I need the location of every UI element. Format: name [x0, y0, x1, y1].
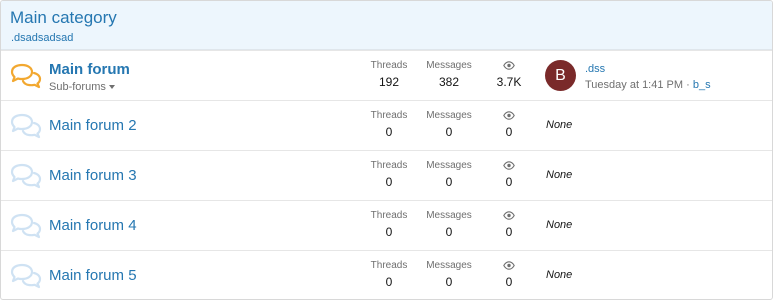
eye-icon — [479, 159, 539, 172]
eye-icon — [479, 209, 539, 222]
threads-stat: Threads 192 — [359, 59, 419, 89]
messages-stat: Messages 0 — [419, 159, 479, 189]
eye-icon — [479, 59, 539, 72]
views-stat: 0 — [479, 209, 539, 239]
views-count: 3.7K — [496, 75, 522, 89]
threads-label: Threads — [370, 210, 408, 221]
last-post-time[interactable]: Tuesday at 1:41 PM — [585, 79, 683, 91]
views-count: 0 — [505, 275, 513, 289]
forum-node: Main forum 4 Threads 0 Messages 0 0 None — [1, 200, 772, 250]
views-stat: 0 — [479, 109, 539, 139]
chat-bubbles-icon — [10, 163, 42, 189]
messages-stat: Messages 382 — [419, 59, 479, 89]
views-stat: 3.7K — [479, 59, 539, 89]
views-count: 0 — [505, 175, 513, 189]
forum-title-link[interactable]: Main forum 3 — [49, 167, 137, 184]
category-title-link[interactable]: Main category — [10, 8, 117, 28]
threads-count: 192 — [378, 75, 400, 89]
threads-count: 0 — [385, 175, 393, 189]
threads-count: 0 — [385, 125, 393, 139]
threads-count: 0 — [385, 225, 393, 239]
chat-bubbles-icon — [10, 213, 42, 239]
last-post-user-link[interactable]: b_s — [693, 79, 711, 91]
no-last-post: None — [546, 219, 573, 231]
threads-label: Threads — [370, 60, 408, 71]
chat-bubbles-icon — [10, 63, 42, 89]
no-last-post: None — [546, 119, 573, 131]
messages-label: Messages — [426, 60, 472, 71]
category-header: Main category .dsadsadsad — [1, 1, 772, 50]
eye-icon — [479, 259, 539, 272]
threads-label: Threads — [370, 160, 408, 171]
no-last-post: None — [546, 169, 573, 181]
messages-label: Messages — [426, 160, 472, 171]
threads-stat: Threads 0 — [359, 259, 419, 289]
messages-count: 382 — [438, 75, 460, 89]
forum-node: Main forum 3 Threads 0 Messages 0 0 None — [1, 150, 772, 200]
last-post-title-link[interactable]: .dss — [585, 63, 605, 75]
messages-count: 0 — [445, 175, 453, 189]
messages-stat: Messages 0 — [419, 209, 479, 239]
forum-title-link[interactable]: Main forum — [49, 61, 130, 78]
forum-title-link[interactable]: Main forum 5 — [49, 267, 137, 284]
messages-count: 0 — [445, 225, 453, 239]
views-count: 0 — [505, 225, 513, 239]
forum-title-link[interactable]: Main forum 2 — [49, 117, 137, 134]
messages-count: 0 — [445, 275, 453, 289]
forum-node: Main forum Sub-forums Threads 192 Messag… — [1, 50, 772, 100]
messages-stat: Messages 0 — [419, 259, 479, 289]
threads-stat: Threads 0 — [359, 109, 419, 139]
messages-label: Messages — [426, 110, 472, 121]
chat-bubbles-icon — [10, 263, 42, 289]
forum-title-link[interactable]: Main forum 4 — [49, 217, 137, 234]
subforums-label: Sub-forums — [49, 81, 106, 93]
messages-count: 0 — [445, 125, 453, 139]
category-block: Main category .dsadsadsad Main forum Sub… — [0, 0, 773, 300]
messages-label: Messages — [426, 210, 472, 221]
threads-stat: Threads 0 — [359, 159, 419, 189]
views-count: 0 — [505, 125, 513, 139]
forum-node: Main forum 5 Threads 0 Messages 0 0 None — [1, 250, 772, 299]
no-last-post: None — [546, 269, 573, 281]
forum-node: Main forum 2 Threads 0 Messages 0 0 None — [1, 100, 772, 150]
threads-label: Threads — [370, 110, 408, 121]
meta-separator: · — [686, 79, 690, 91]
messages-label: Messages — [426, 260, 472, 271]
chat-bubbles-icon — [10, 113, 42, 139]
category-description: .dsadsadsad — [11, 32, 74, 44]
subforums-dropdown[interactable]: Sub-forums — [49, 81, 115, 93]
eye-icon — [479, 109, 539, 122]
threads-label: Threads — [370, 260, 408, 271]
views-stat: 0 — [479, 259, 539, 289]
last-post-meta: Tuesday at 1:41 PM · b_s — [585, 79, 711, 91]
threads-stat: Threads 0 — [359, 209, 419, 239]
views-stat: 0 — [479, 159, 539, 189]
chevron-down-icon — [108, 85, 115, 90]
messages-stat: Messages 0 — [419, 109, 479, 139]
threads-count: 0 — [385, 275, 393, 289]
avatar[interactable]: B — [545, 60, 576, 91]
